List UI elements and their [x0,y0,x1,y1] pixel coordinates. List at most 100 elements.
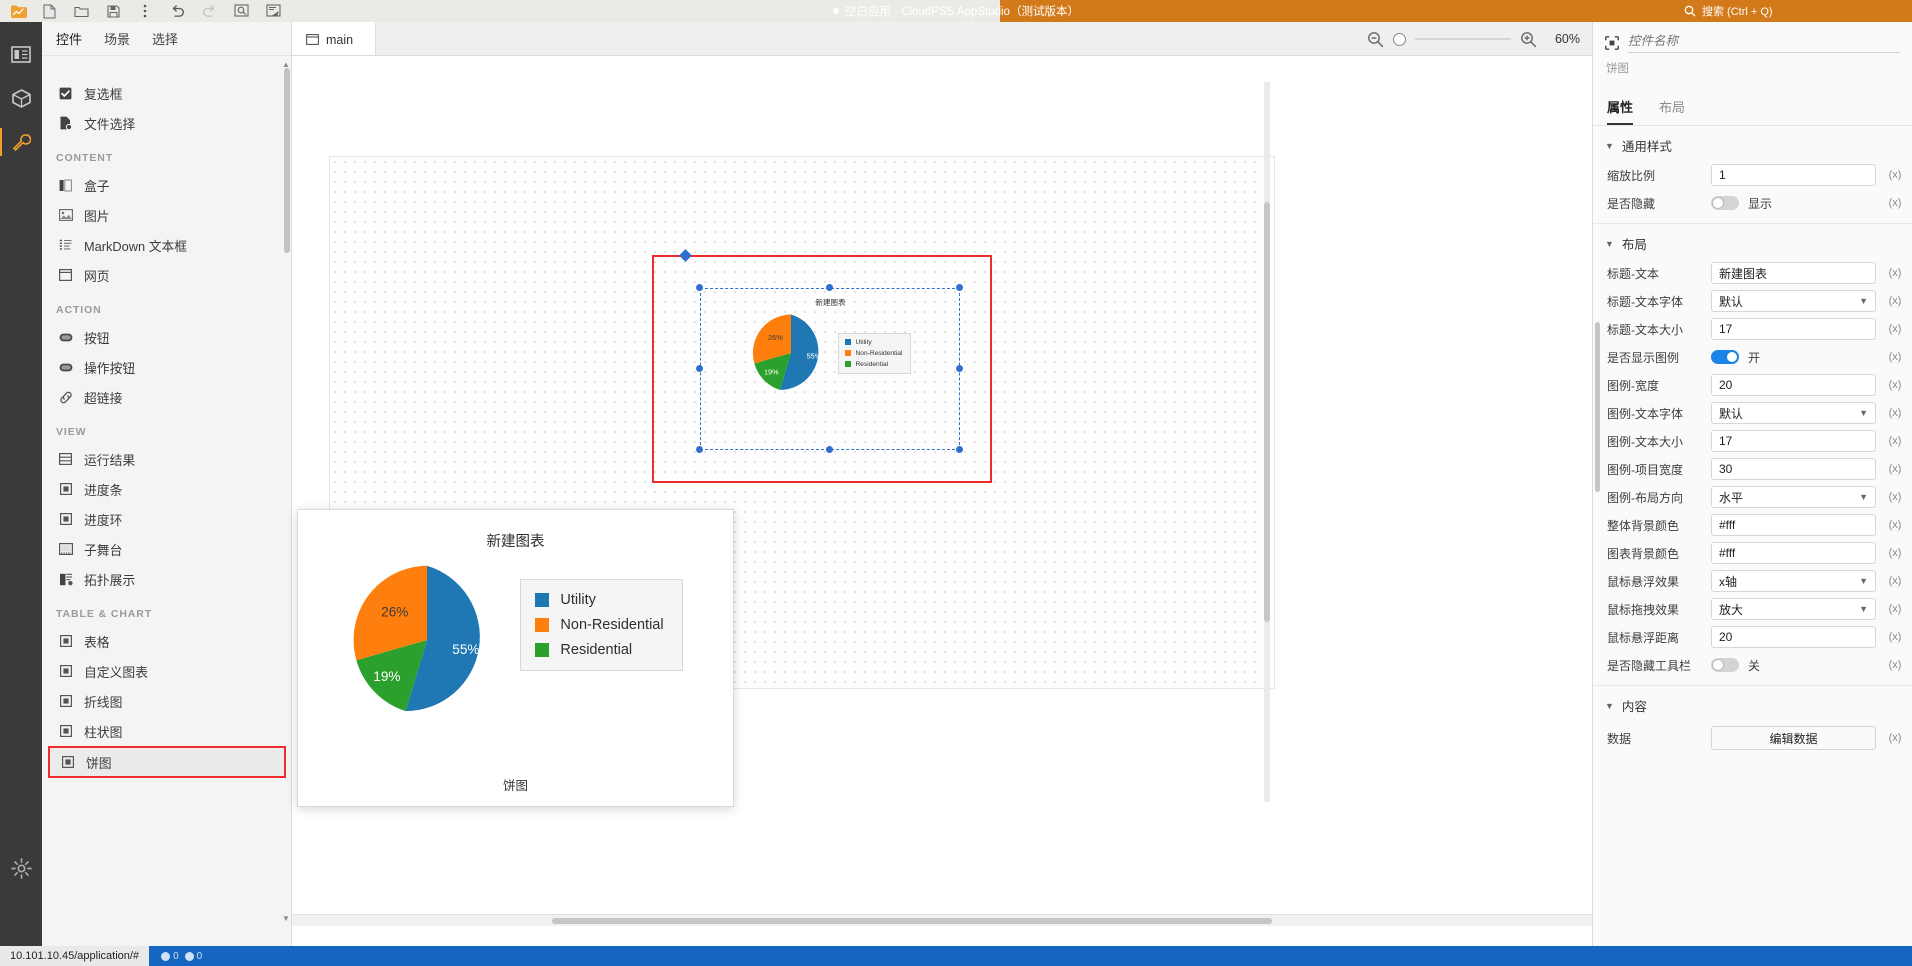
legend-item-width-input[interactable] [1711,458,1876,480]
list-item-sub-stage[interactable]: 子舞台 [42,534,292,564]
list-item-markdown[interactable]: MarkDown 文本框 [42,230,292,260]
expression-toggle[interactable]: (x) [1884,197,1906,209]
resize-handle-sw[interactable] [696,446,703,453]
rail-layout-icon[interactable] [0,32,42,76]
edit-data-button[interactable]: 编辑数据 [1711,726,1876,750]
legend-orientation-select[interactable]: 水平 ▼ [1711,486,1876,508]
scale-ratio-input[interactable] [1711,164,1876,186]
zoom-slider-track[interactable] [1415,38,1511,40]
expression-toggle[interactable]: (x) [1884,519,1906,531]
scroll-thumb[interactable] [552,918,1272,924]
open-folder-icon[interactable] [66,0,96,22]
rotate-handle[interactable] [679,249,692,262]
list-item-webpage[interactable]: 网页 [42,260,292,290]
status-badge-a[interactable]: 0 [161,951,179,962]
resize-handle-e[interactable] [956,365,963,372]
list-item-table[interactable]: 表格 [42,626,292,656]
zoom-in-icon[interactable] [1520,31,1537,48]
section-header-content[interactable]: ▼ 内容 [1593,685,1912,721]
zoom-slider-knob[interactable] [1393,32,1406,46]
overall-background-color-input[interactable] [1711,514,1876,536]
list-item-file-picker[interactable]: 文件选择 [42,108,292,138]
list-item-run-result[interactable]: 运行结果 [42,444,292,474]
expression-toggle[interactable]: (x) [1884,575,1906,587]
list-item-clipped[interactable] [42,60,292,78]
inspect-icon[interactable] [226,0,256,22]
expression-toggle[interactable]: (x) [1884,732,1906,744]
scroll-down-arrow-icon[interactable]: ▼ [281,912,291,924]
legend-size-input[interactable] [1711,430,1876,452]
list-item-checkbox[interactable]: 复选框 [42,78,292,108]
legend-font-select[interactable]: 默认 ▼ [1711,402,1876,424]
title-font-select[interactable]: 默认 ▼ [1711,290,1876,312]
undo-icon[interactable] [162,0,192,22]
global-search[interactable]: 搜索 (Ctrl + Q) [1672,0,1912,22]
expression-toggle[interactable]: (x) [1884,631,1906,643]
list-item-box[interactable]: 盒子 [42,170,292,200]
scroll-thumb[interactable] [1264,202,1270,622]
more-vertical-icon[interactable] [130,0,160,22]
expression-toggle[interactable]: (x) [1884,267,1906,279]
expression-toggle[interactable]: (x) [1884,463,1906,475]
list-item-topology[interactable]: 拓扑展示 [42,564,292,594]
selected-widget-outline[interactable]: 新建图表 55% 26% 19% Utility Non-Residential… [652,249,992,483]
canvas-vertical-scrollbar[interactable] [1264,82,1270,802]
chart-background-color-input[interactable] [1711,542,1876,564]
tab-layout[interactable]: 布局 [1659,97,1685,125]
drag-effect-select[interactable]: 放大 ▼ [1711,598,1876,620]
resize-handle-n[interactable] [826,284,833,291]
is-hidden-toggle[interactable] [1711,196,1739,210]
list-item-image[interactable]: 图片 [42,200,292,230]
hide-toolbar-toggle[interactable] [1711,658,1739,672]
list-item-line-chart[interactable]: 折线图 [42,686,292,716]
rail-package-icon[interactable] [0,76,42,120]
tab-attributes[interactable]: 属性 [1607,97,1634,125]
rail-tools-icon[interactable] [0,120,42,164]
expression-toggle[interactable]: (x) [1884,379,1906,391]
list-item-hyperlink[interactable]: 超链接 [42,382,292,412]
scroll-up-arrow-icon[interactable]: ▲ [281,58,291,70]
tab-selection[interactable]: 选择 [152,29,178,48]
section-header-layout[interactable]: ▼ 布局 [1593,223,1912,259]
list-item-progress-ring[interactable]: 进度环 [42,504,292,534]
expression-toggle[interactable]: (x) [1884,547,1906,559]
list-item-pie-chart[interactable]: 饼图 [48,746,286,778]
zoom-out-icon[interactable] [1367,31,1384,48]
expression-toggle[interactable]: (x) [1884,603,1906,615]
save-icon[interactable] [98,0,128,22]
expression-toggle[interactable]: (x) [1884,323,1906,335]
expression-toggle[interactable]: (x) [1884,407,1906,419]
canvas-horizontal-scrollbar[interactable] [292,914,1592,926]
widget-name-input[interactable] [1628,32,1900,53]
legend-width-input[interactable] [1711,374,1876,396]
list-item-button[interactable]: 按钮 [42,322,292,352]
expression-toggle[interactable]: (x) [1884,169,1906,181]
list-item-action-button[interactable]: 操作按钮 [42,352,292,382]
expression-toggle[interactable]: (x) [1884,491,1906,503]
section-header-general-style[interactable]: ▼ 通用样式 [1593,126,1912,161]
tab-scenes[interactable]: 场景 [104,29,130,48]
tab-main[interactable]: main [292,22,377,55]
list-item-custom-chart[interactable]: 自定义图表 [42,656,292,686]
expression-toggle[interactable]: (x) [1884,659,1906,671]
title-text-input[interactable] [1711,262,1876,284]
tab-widgets[interactable]: 控件 [56,29,82,48]
resize-handle-ne[interactable] [956,284,963,291]
new-file-icon[interactable] [34,0,64,22]
widget-list-scrollbar[interactable] [284,68,290,253]
resize-handle-s[interactable] [826,446,833,453]
rail-settings-icon[interactable] [0,846,42,890]
expression-toggle[interactable]: (x) [1884,295,1906,307]
resize-handle-nw[interactable] [696,284,703,291]
list-item-progress-bar[interactable]: 进度条 [42,474,292,504]
title-size-input[interactable] [1711,318,1876,340]
show-legend-toggle[interactable] [1711,350,1739,364]
pie-chart-widget[interactable]: 新建图表 55% 26% 19% Utility Non-Residential… [709,295,952,443]
expression-toggle[interactable]: (x) [1884,351,1906,363]
canvas-viewport[interactable]: 新建图表 55% 26% 19% Utility Non-Residential… [292,56,1592,946]
resize-handle-se[interactable] [956,446,963,453]
hover-effect-select[interactable]: x轴 ▼ [1711,570,1876,592]
resize-handle-w[interactable] [696,365,703,372]
properties-scrollbar[interactable] [1595,322,1600,492]
expression-toggle[interactable]: (x) [1884,435,1906,447]
